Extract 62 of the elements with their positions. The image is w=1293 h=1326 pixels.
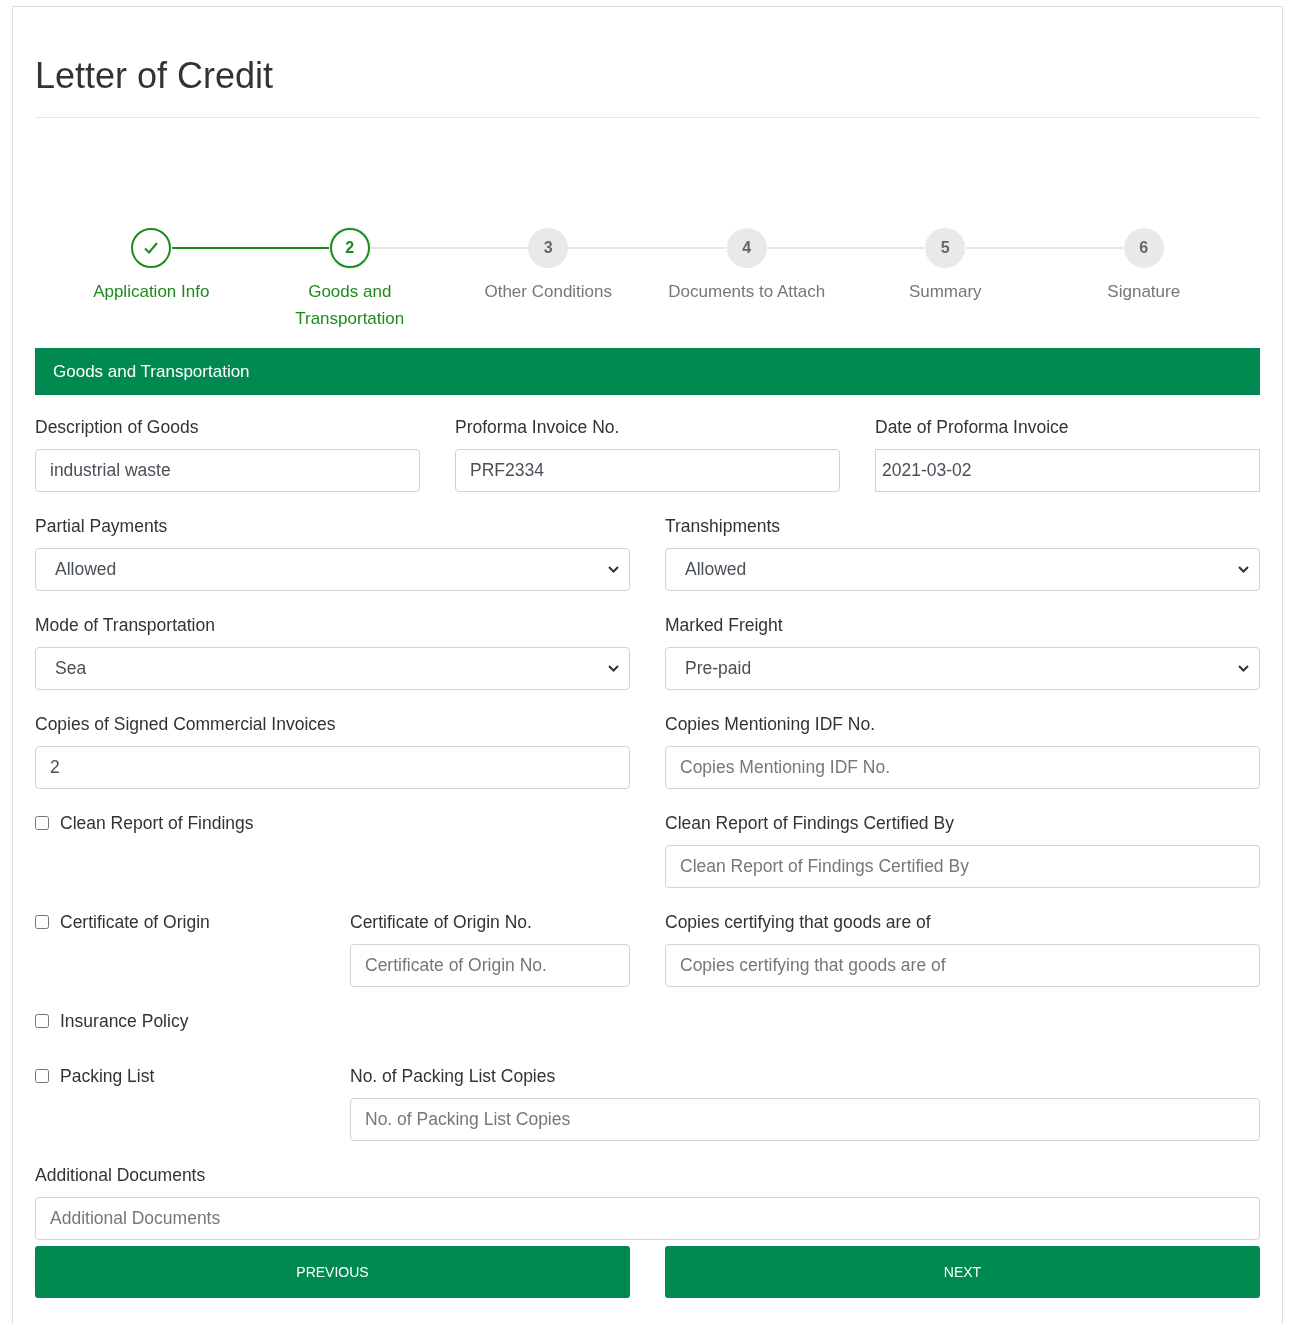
input-field[interactable]: 2 [35,746,630,789]
input-field[interactable]: Copies certifying that goods are of [665,944,1260,987]
checkbox-label: Clean Report of Findings [60,812,254,834]
step-number: 6 [1139,239,1149,257]
input-field[interactable]: PRF2334 [455,449,840,492]
input-field[interactable]: Clean Report of Findings Certified By [665,845,1260,888]
input-field[interactable]: Copies Mentioning IDF No. [665,746,1260,789]
check-icon [144,242,159,254]
input-field[interactable]: industrial waste [35,449,420,492]
input-field[interactable]: Additional Documents [35,1197,1260,1240]
chevron-down-icon [1238,566,1249,573]
field-label: Clean Report of Findings Certified By [665,812,955,835]
field-label: Description of Goods [35,416,200,439]
page-title: Letter of Credit [35,54,275,98]
step-label: Documents to Attach [667,281,827,303]
step-number: 5 [940,239,950,257]
step-number: 2 [345,239,355,257]
select-field[interactable]: Sea [35,647,630,690]
checkbox[interactable] [35,1014,49,1028]
field-label: No. of Packing List Copies [350,1065,557,1088]
field-label: Proforma Invoice No. [455,416,621,439]
step-label: Summary [907,281,983,303]
select-field[interactable]: Allowed [35,548,630,591]
field-label: Copies of Signed Commercial Invoices [35,713,337,736]
step-circle[interactable]: 3 [528,228,569,268]
input-field[interactable]: No. of Packing List Copies [350,1098,1260,1141]
field-label: Marked Freight [665,614,784,637]
field-label: Copies certifying that goods are of [665,911,932,934]
field-label: Date of Proforma Invoice [875,416,1070,439]
step-circle[interactable]: 4 [726,228,767,268]
step-label: Signature [1106,281,1182,303]
chevron-down-icon [1238,665,1249,672]
select-field[interactable]: Pre-paid [665,647,1260,690]
step-circle[interactable]: 2 [329,228,370,268]
field-label: Copies Mentioning IDF No. [665,713,877,736]
step-circle[interactable]: 5 [925,228,966,268]
field-label: Mode of Transportation [35,614,216,637]
checkbox[interactable] [35,1069,49,1083]
checkbox-label: Packing List [60,1065,155,1087]
chevron-down-icon [608,566,619,573]
step-label: Application Info [92,281,211,303]
select-field[interactable]: Allowed [665,548,1260,591]
step-number: 3 [543,239,553,257]
checkbox-label: Insurance Policy [60,1010,189,1032]
field-label: Transhipments [665,515,782,538]
step-circle[interactable] [131,228,172,268]
field-label: Partial Payments [35,515,169,538]
chevron-down-icon [608,665,619,672]
step-label: Other Conditions [483,281,614,303]
input-field[interactable]: 2021-03-02 [875,449,1260,492]
nav-button[interactable]: NEXT [665,1246,1260,1298]
step-circle[interactable]: 6 [1123,228,1164,268]
checkbox[interactable] [35,915,49,929]
step-label: Goods and Transportation [294,281,406,330]
checkbox-label: Certificate of Origin [60,911,210,933]
section-title: Goods and Transportation [53,361,250,382]
checkbox[interactable] [35,816,49,830]
field-label: Additional Documents [35,1164,207,1187]
input-field[interactable]: Certificate of Origin No. [350,944,630,987]
step-number: 4 [742,239,752,257]
field-label: Certificate of Origin No. [350,911,533,934]
nav-button[interactable]: PREVIOUS [35,1246,630,1298]
